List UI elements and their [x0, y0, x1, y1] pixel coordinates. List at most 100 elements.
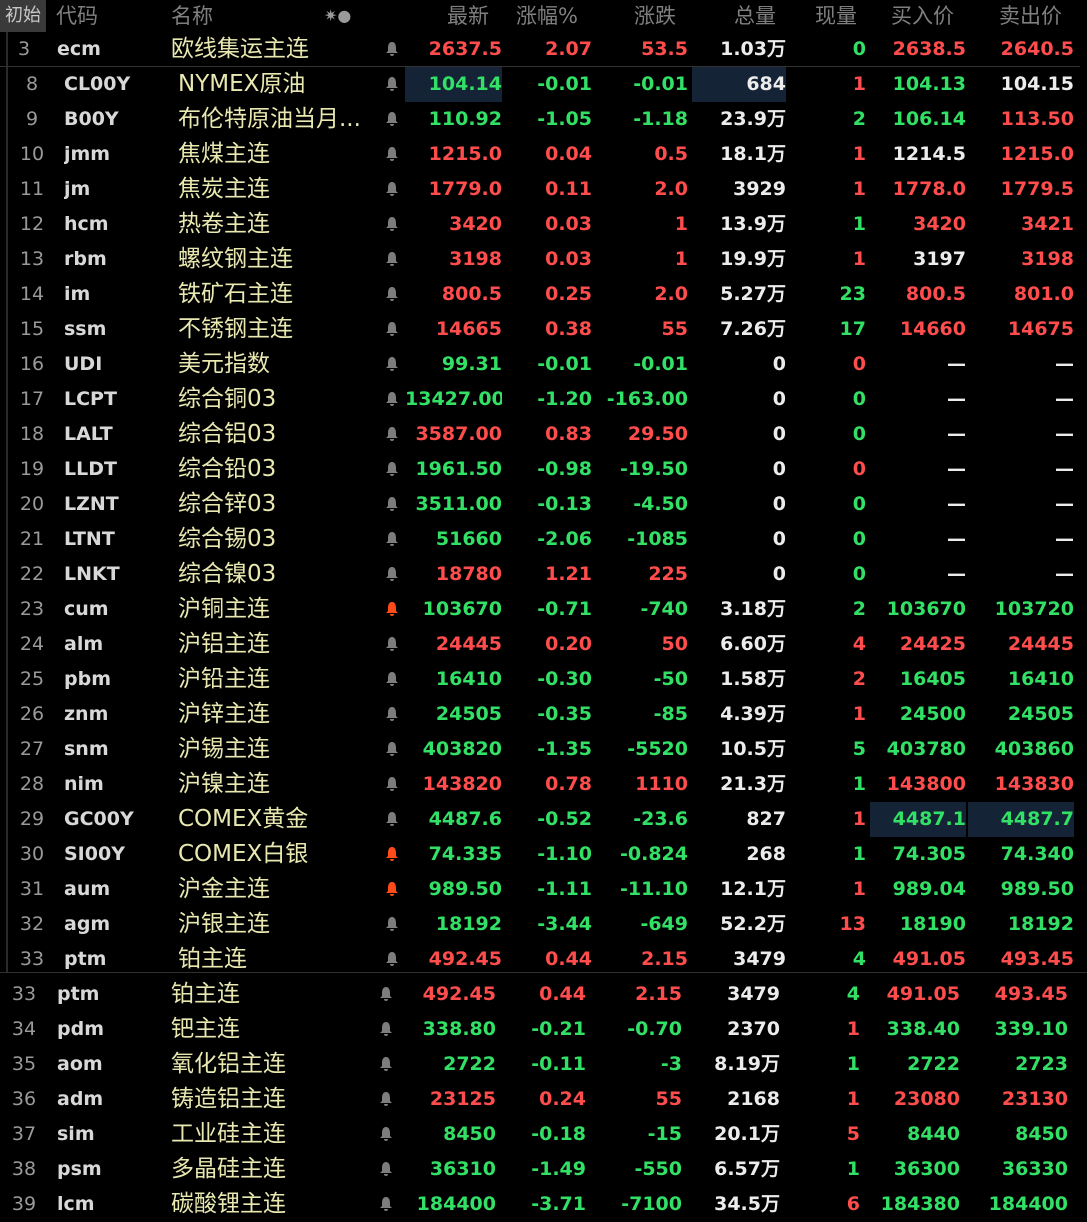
row-index: 8 [25, 73, 39, 95]
table-row[interactable]: 23 cum 沪铜主连 103670 -0.71 -740 3.18万 2 103670 1037… [0, 592, 1087, 627]
alert-bell-icon[interactable] [380, 172, 404, 207]
table-row[interactable]: 32 agm 沪银主连 18192 -3.44 -649 52.2万 13 18190 18192 [0, 907, 1087, 942]
alert-bell-icon[interactable] [380, 522, 404, 557]
alert-bell-icon[interactable] [380, 942, 404, 977]
alert-bell-icon[interactable] [380, 102, 404, 137]
alert-bell-icon[interactable] [380, 697, 404, 732]
table-row[interactable]: 26 znm 沪锌主连 24505 -0.35 -85 4.39万 1 24500 24505 [0, 697, 1087, 732]
last-price: 24505 [435, 703, 502, 725]
alert-bell-icon[interactable] [380, 627, 404, 662]
alert-bell-icon[interactable] [380, 312, 404, 347]
last-price: 74.335 [428, 843, 502, 865]
reset-column-header[interactable]: 初始 [0, 0, 46, 32]
table-row[interactable]: 8 CL00Y NYMEX原油 104.14 -0.01 -0.01 684 1 104.13 1… [0, 67, 1087, 102]
alert-bell-icon[interactable] [380, 592, 404, 627]
change-value: -0.70 [627, 1018, 682, 1040]
volume-column-header[interactable]: 总量 [734, 0, 776, 32]
table-row[interactable]: 15 ssm 不锈钢主连 14665 0.38 55 7.26万 17 14660 14675 [0, 312, 1087, 347]
table-row[interactable]: 18 LALT 综合铝03 3587.00 0.83 29.50 0 0 — — [0, 417, 1087, 452]
table-row[interactable]: 27 snm 沪锡主连 403820 -1.35 -5520 10.5万 5 403780 403… [0, 732, 1087, 767]
column-settings-icon[interactable]: ✷● [324, 0, 351, 32]
table-row[interactable]: 3 ecm 欧线集运主连 2637.5 2.07 53.5 1.03万 0 2638.5 2640… [0, 32, 1087, 67]
alert-bell-icon[interactable] [380, 277, 404, 312]
alert-bell-icon[interactable] [380, 452, 404, 487]
total-volume: 0 [772, 423, 786, 445]
alert-bell-icon[interactable] [374, 1047, 398, 1082]
alert-bell-icon[interactable] [380, 907, 404, 942]
alert-bell-icon[interactable] [380, 207, 404, 242]
table-row[interactable]: 16 UDI 美元指数 99.31 -0.01 -0.01 0 0 — — [0, 347, 1087, 382]
bid-price: 143800 [886, 773, 966, 795]
alert-bell-icon[interactable] [380, 837, 404, 872]
alert-bell-icon[interactable] [380, 417, 404, 452]
alert-bell-icon[interactable] [374, 1152, 398, 1187]
total-volume: 3479 [727, 983, 780, 1005]
table-row[interactable]: 11 jm 焦炭主连 1779.0 0.11 2.0 3929 1 1778.0 1779.5 [0, 172, 1087, 207]
table-row[interactable]: 12 hcm 热卷主连 3420 0.03 1 13.9万 1 3420 3421 [0, 207, 1087, 242]
alert-bell-icon[interactable] [374, 977, 398, 1012]
alert-bell-icon[interactable] [380, 382, 404, 417]
alert-bell-icon[interactable] [374, 1082, 398, 1117]
alert-bell-icon[interactable] [374, 1117, 398, 1152]
alert-bell-icon[interactable] [380, 242, 404, 277]
table-row[interactable]: 28 nim 沪镍主连 143820 0.78 1110 21.3万 1 143800 14383… [0, 767, 1087, 802]
table-row[interactable]: 31 aum 沪金主连 989.50 -1.11 -11.10 12.1万 1 989.04 98… [0, 872, 1087, 907]
table-row[interactable]: 39 lcm 碳酸锂主连 184400 -3.71 -7100 34.5万 6 184380 18… [0, 1187, 1087, 1222]
table-row[interactable]: 34 pdm 钯主连 338.80 -0.21 -0.70 2370 1 338.40 339.1… [0, 1012, 1087, 1047]
current-volume: 13 [839, 913, 866, 935]
table-row[interactable]: 25 pbm 沪铅主连 16410 -0.30 -50 1.58万 2 16405 16410 [0, 662, 1087, 697]
table-row[interactable]: 24 alm 沪铝主连 24445 0.20 50 6.60万 4 24425 24445 [0, 627, 1087, 662]
bid-price: 103670 [886, 598, 966, 620]
table-row[interactable]: 19 LLDT 综合铅03 1961.50 -0.98 -19.50 0 0 — — [0, 452, 1087, 487]
table-row[interactable]: 38 psm 多晶硅主连 36310 -1.49 -550 6.57万 1 36300 36330 [0, 1152, 1087, 1187]
table-row[interactable]: 9 B00Y 布伦特原油当月... 110.92 -1.05 -1.18 23.9万 2 106… [0, 102, 1087, 137]
alert-bell-icon[interactable] [380, 137, 404, 172]
alert-bell-icon[interactable] [380, 767, 404, 802]
table-row[interactable]: 35 aom 氧化铝主连 2722 -0.11 -3 8.19万 1 2722 2723 [0, 1047, 1087, 1082]
table-row[interactable]: 14 im 铁矿石主连 800.5 0.25 2.0 5.27万 23 800.5 801.0 [0, 277, 1087, 312]
table-row[interactable]: 22 LNKT 综合镍03 18780 1.21 225 0 0 — — [0, 557, 1087, 592]
bid-column-header[interactable]: 买入价 [891, 0, 954, 32]
contract-name: 布伦特原油当月... [178, 106, 361, 132]
alert-bell-icon[interactable] [380, 487, 404, 522]
alert-bell-icon[interactable] [380, 732, 404, 767]
alert-bell-icon[interactable] [380, 662, 404, 697]
alert-bell-icon[interactable] [380, 32, 404, 67]
current-volume-column-header[interactable]: 现量 [815, 0, 857, 32]
alert-bell-icon[interactable] [374, 1012, 398, 1047]
alert-bell-icon[interactable] [374, 1187, 398, 1222]
alert-bell-icon[interactable] [380, 557, 404, 592]
table-row[interactable]: 30 SI00Y COMEX白银 74.335 -1.10 -0.824 268 1 74.30… [0, 837, 1087, 872]
table-row[interactable]: 37 sim 工业硅主连 8450 -0.18 -15 20.1万 5 8440 8450 [0, 1117, 1087, 1152]
alert-bell-icon[interactable] [380, 347, 404, 382]
change-column-header[interactable]: 涨跌 [634, 0, 676, 32]
table-row[interactable]: 13 rbm 螺纹钢主连 3198 0.03 1 19.9万 1 3197 3198 [0, 242, 1087, 277]
contract-code: pbm [64, 668, 111, 690]
change-pct: -0.30 [537, 668, 592, 690]
table-row[interactable]: 33 ptm 铂主连 492.45 0.44 2.15 3479 4 491.05 493.45 [0, 977, 1087, 1012]
alert-bell-icon[interactable] [380, 802, 404, 837]
last-price: 110.92 [428, 108, 502, 130]
alert-bell-icon[interactable] [380, 67, 404, 102]
contract-name: 综合锌03 [178, 491, 277, 517]
table-row[interactable]: 36 adm 铸造铝主连 23125 0.24 55 2168 1 23080 23130 [0, 1082, 1087, 1117]
code-column-header[interactable]: 代码 [56, 0, 98, 32]
table-row[interactable]: 21 LTNT 综合锡03 51660 -2.06 -1085 0 0 — — [0, 522, 1087, 557]
ask-column-header[interactable]: 卖出价 [999, 0, 1062, 32]
current-volume: 0 [852, 528, 866, 550]
table-row[interactable]: 29 GC00Y COMEX黄金 4487.6 -0.52 -23.6 827 1 4487.1… [0, 802, 1087, 837]
table-row[interactable]: 17 LCPT 综合铜03 13427.00 -1.20 -163.00 0 0 — — [0, 382, 1087, 417]
table-row[interactable]: 10 jmm 焦煤主连 1215.0 0.04 0.5 18.1万 1 1214.5 1215.0 [0, 137, 1087, 172]
last-price-column-header[interactable]: 最新 [447, 0, 489, 32]
current-volume: 0 [852, 493, 866, 515]
row-index: 10 [19, 143, 45, 165]
contract-code: jmm [64, 143, 111, 165]
change-pct: -1.10 [537, 843, 592, 865]
alert-bell-icon[interactable] [380, 872, 404, 907]
change-pct-column-header[interactable]: 涨幅% [516, 0, 578, 32]
contract-name: 工业硅主连 [171, 1121, 286, 1147]
name-column-header[interactable]: 名称 [171, 0, 213, 32]
table-row[interactable]: 33 ptm 铂主连 492.45 0.44 2.15 3479 4 491.05 493.45 [0, 942, 1087, 977]
table-row[interactable]: 20 LZNT 综合锌03 3511.00 -0.13 -4.50 0 0 — — [0, 487, 1087, 522]
bid-price: 24500 [899, 703, 966, 725]
